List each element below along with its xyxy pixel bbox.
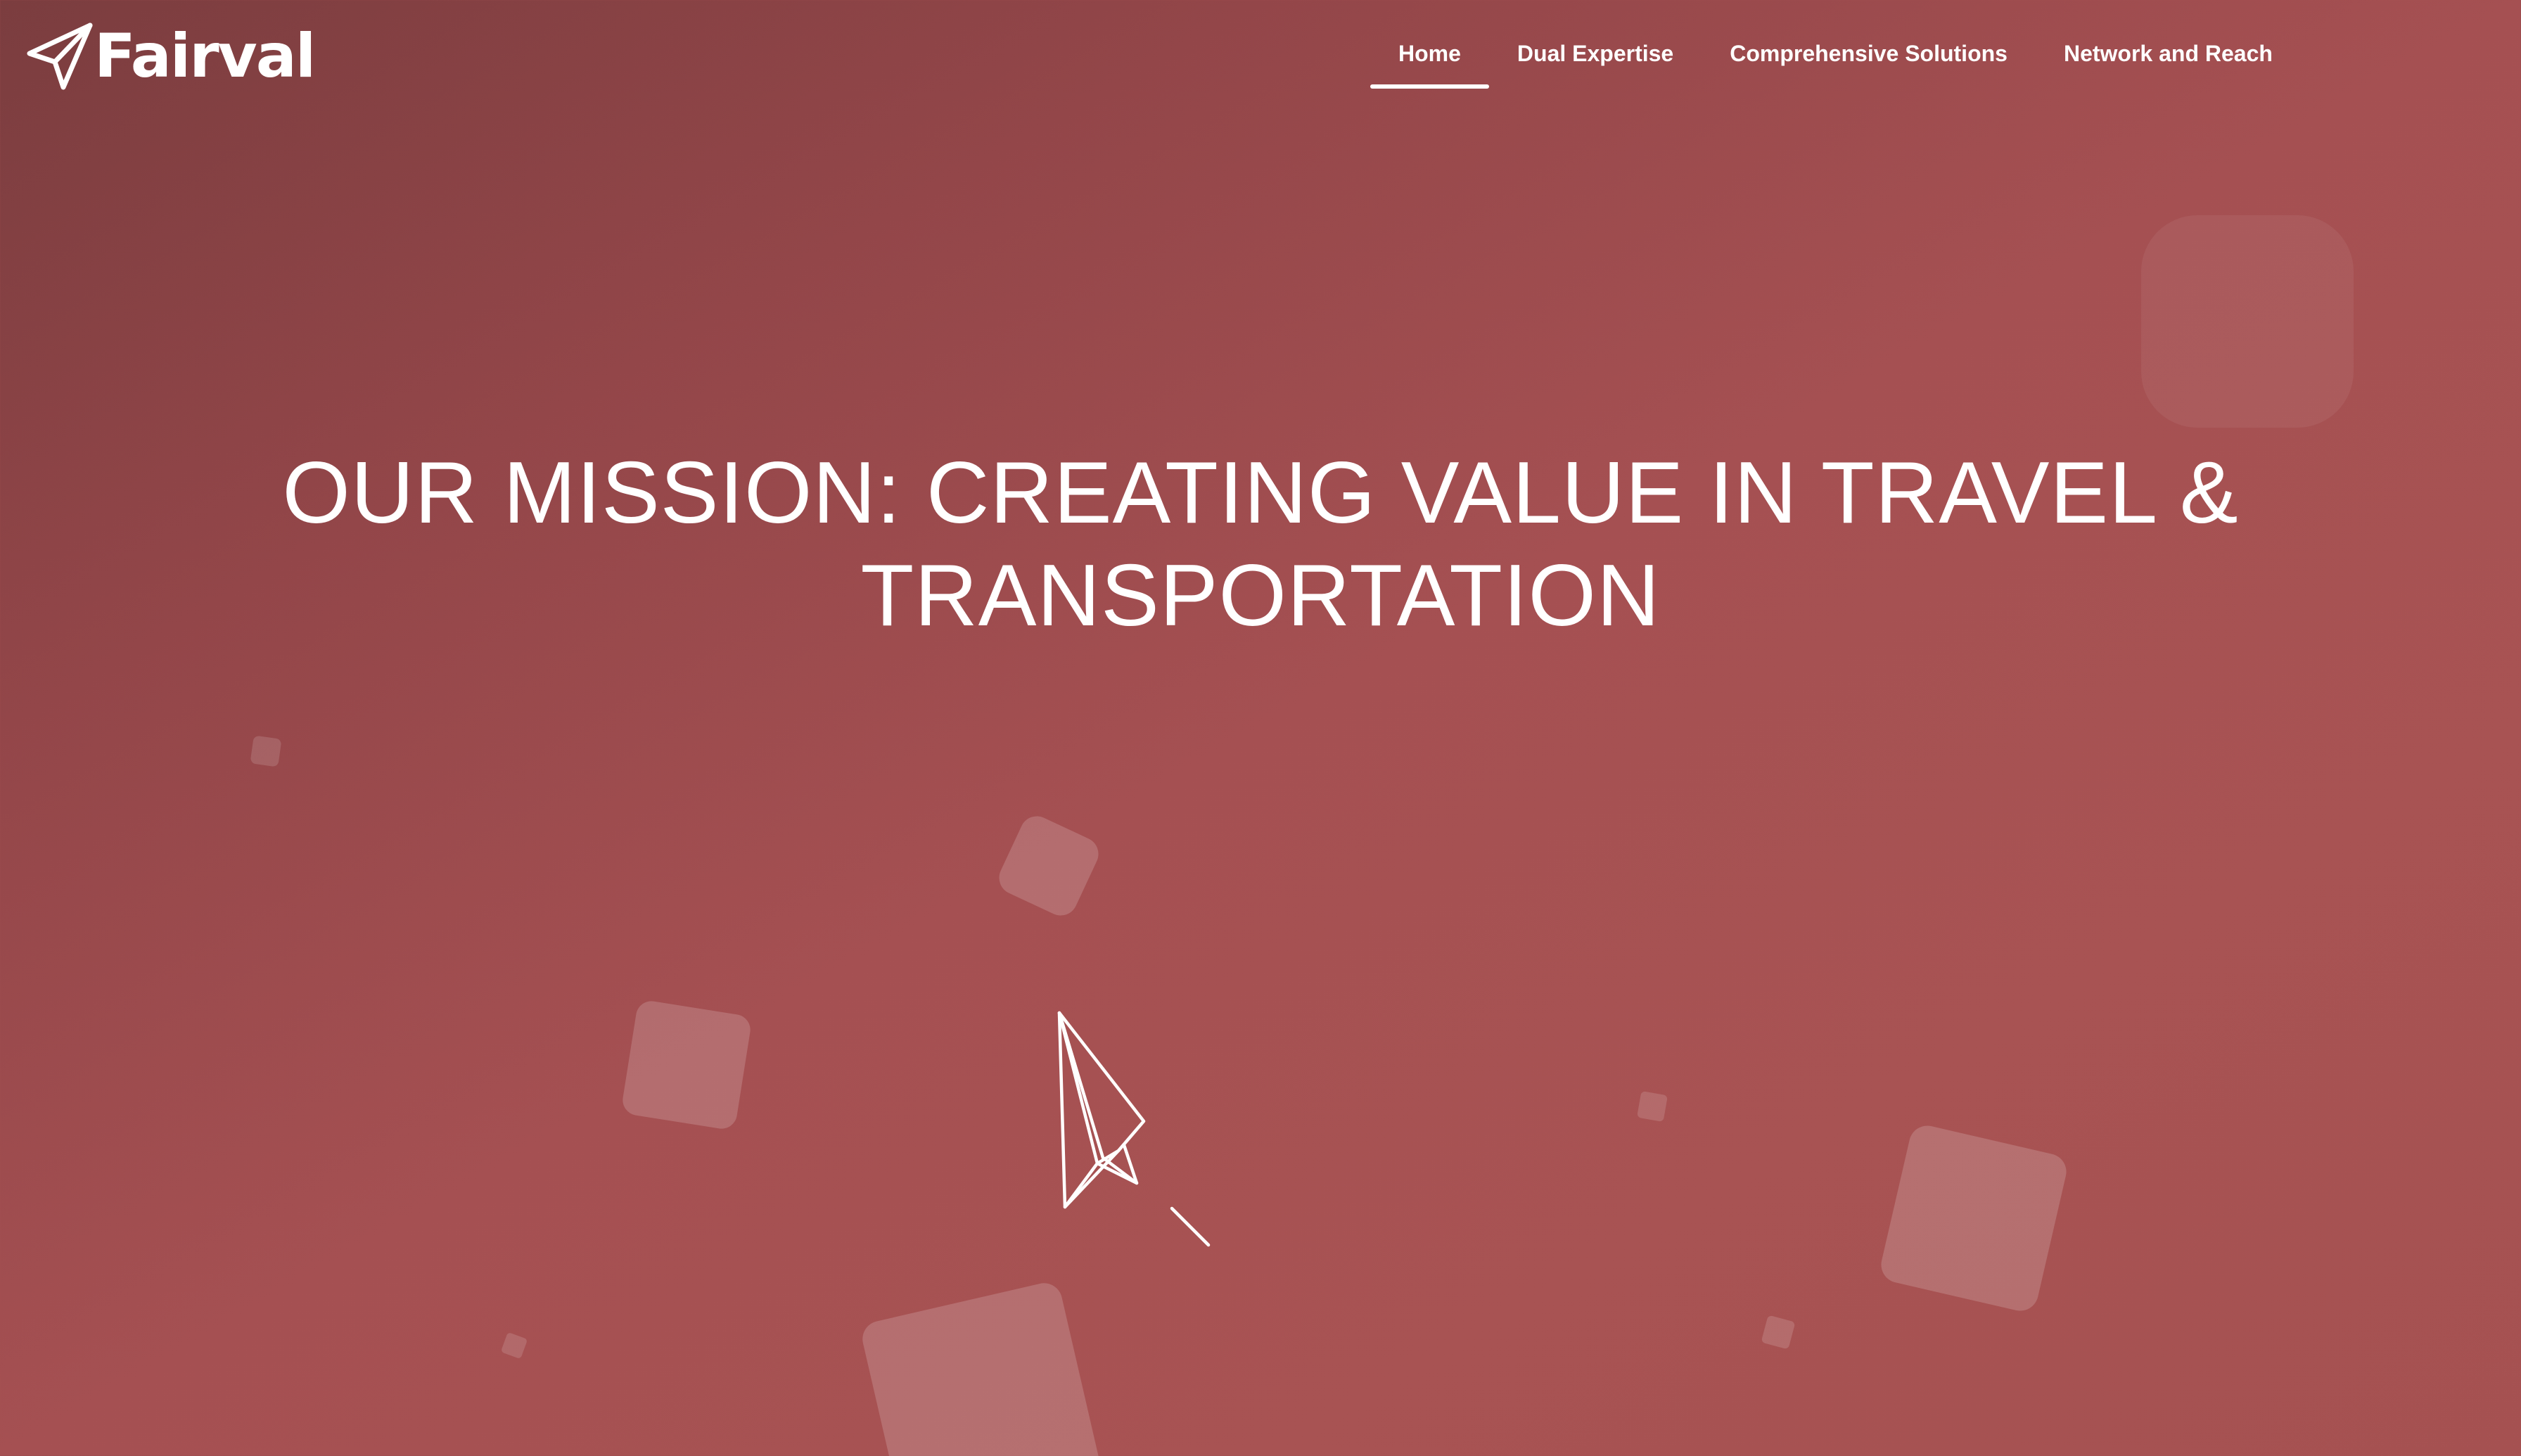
decorative-square	[250, 735, 282, 767]
brand-logo[interactable]: Fairval	[24, 20, 316, 93]
main-navigation: Home Dual Expertise Comprehensive Soluti…	[1370, 28, 2301, 89]
decorative-square	[1877, 1122, 2070, 1315]
hero-title-line-2: TRANSPORTATION	[860, 547, 1661, 644]
paper-plane-icon	[1048, 1006, 1231, 1259]
hero-title-line-1: OUR MISSION: CREATING VALUE IN TRAVEL &	[282, 445, 2239, 542]
nav-item-network-and-reach[interactable]: Network and Reach	[2036, 28, 2301, 89]
decorative-rounded-square	[2141, 215, 2354, 428]
decorative-square	[500, 1332, 528, 1360]
nav-item-dual-expertise[interactable]: Dual Expertise	[1489, 28, 1702, 89]
site-header: Fairval Home Dual Expertise Comprehensiv…	[0, 0, 2521, 113]
brand-name: Fairval	[94, 21, 316, 91]
decorative-square	[859, 1279, 1104, 1456]
nav-item-home[interactable]: Home	[1370, 28, 1489, 89]
paper-plane-icon	[24, 21, 93, 91]
hero-title: OUR MISSION: CREATING VALUE IN TRAVEL & …	[205, 442, 2316, 647]
background-decoration	[0, 0, 2521, 1456]
decorative-square	[1636, 1090, 1668, 1123]
decorative-square	[993, 810, 1104, 921]
decorative-square	[620, 999, 753, 1131]
nav-item-comprehensive-solutions[interactable]: Comprehensive Solutions	[1702, 28, 2036, 89]
decorative-square	[1761, 1315, 1796, 1350]
